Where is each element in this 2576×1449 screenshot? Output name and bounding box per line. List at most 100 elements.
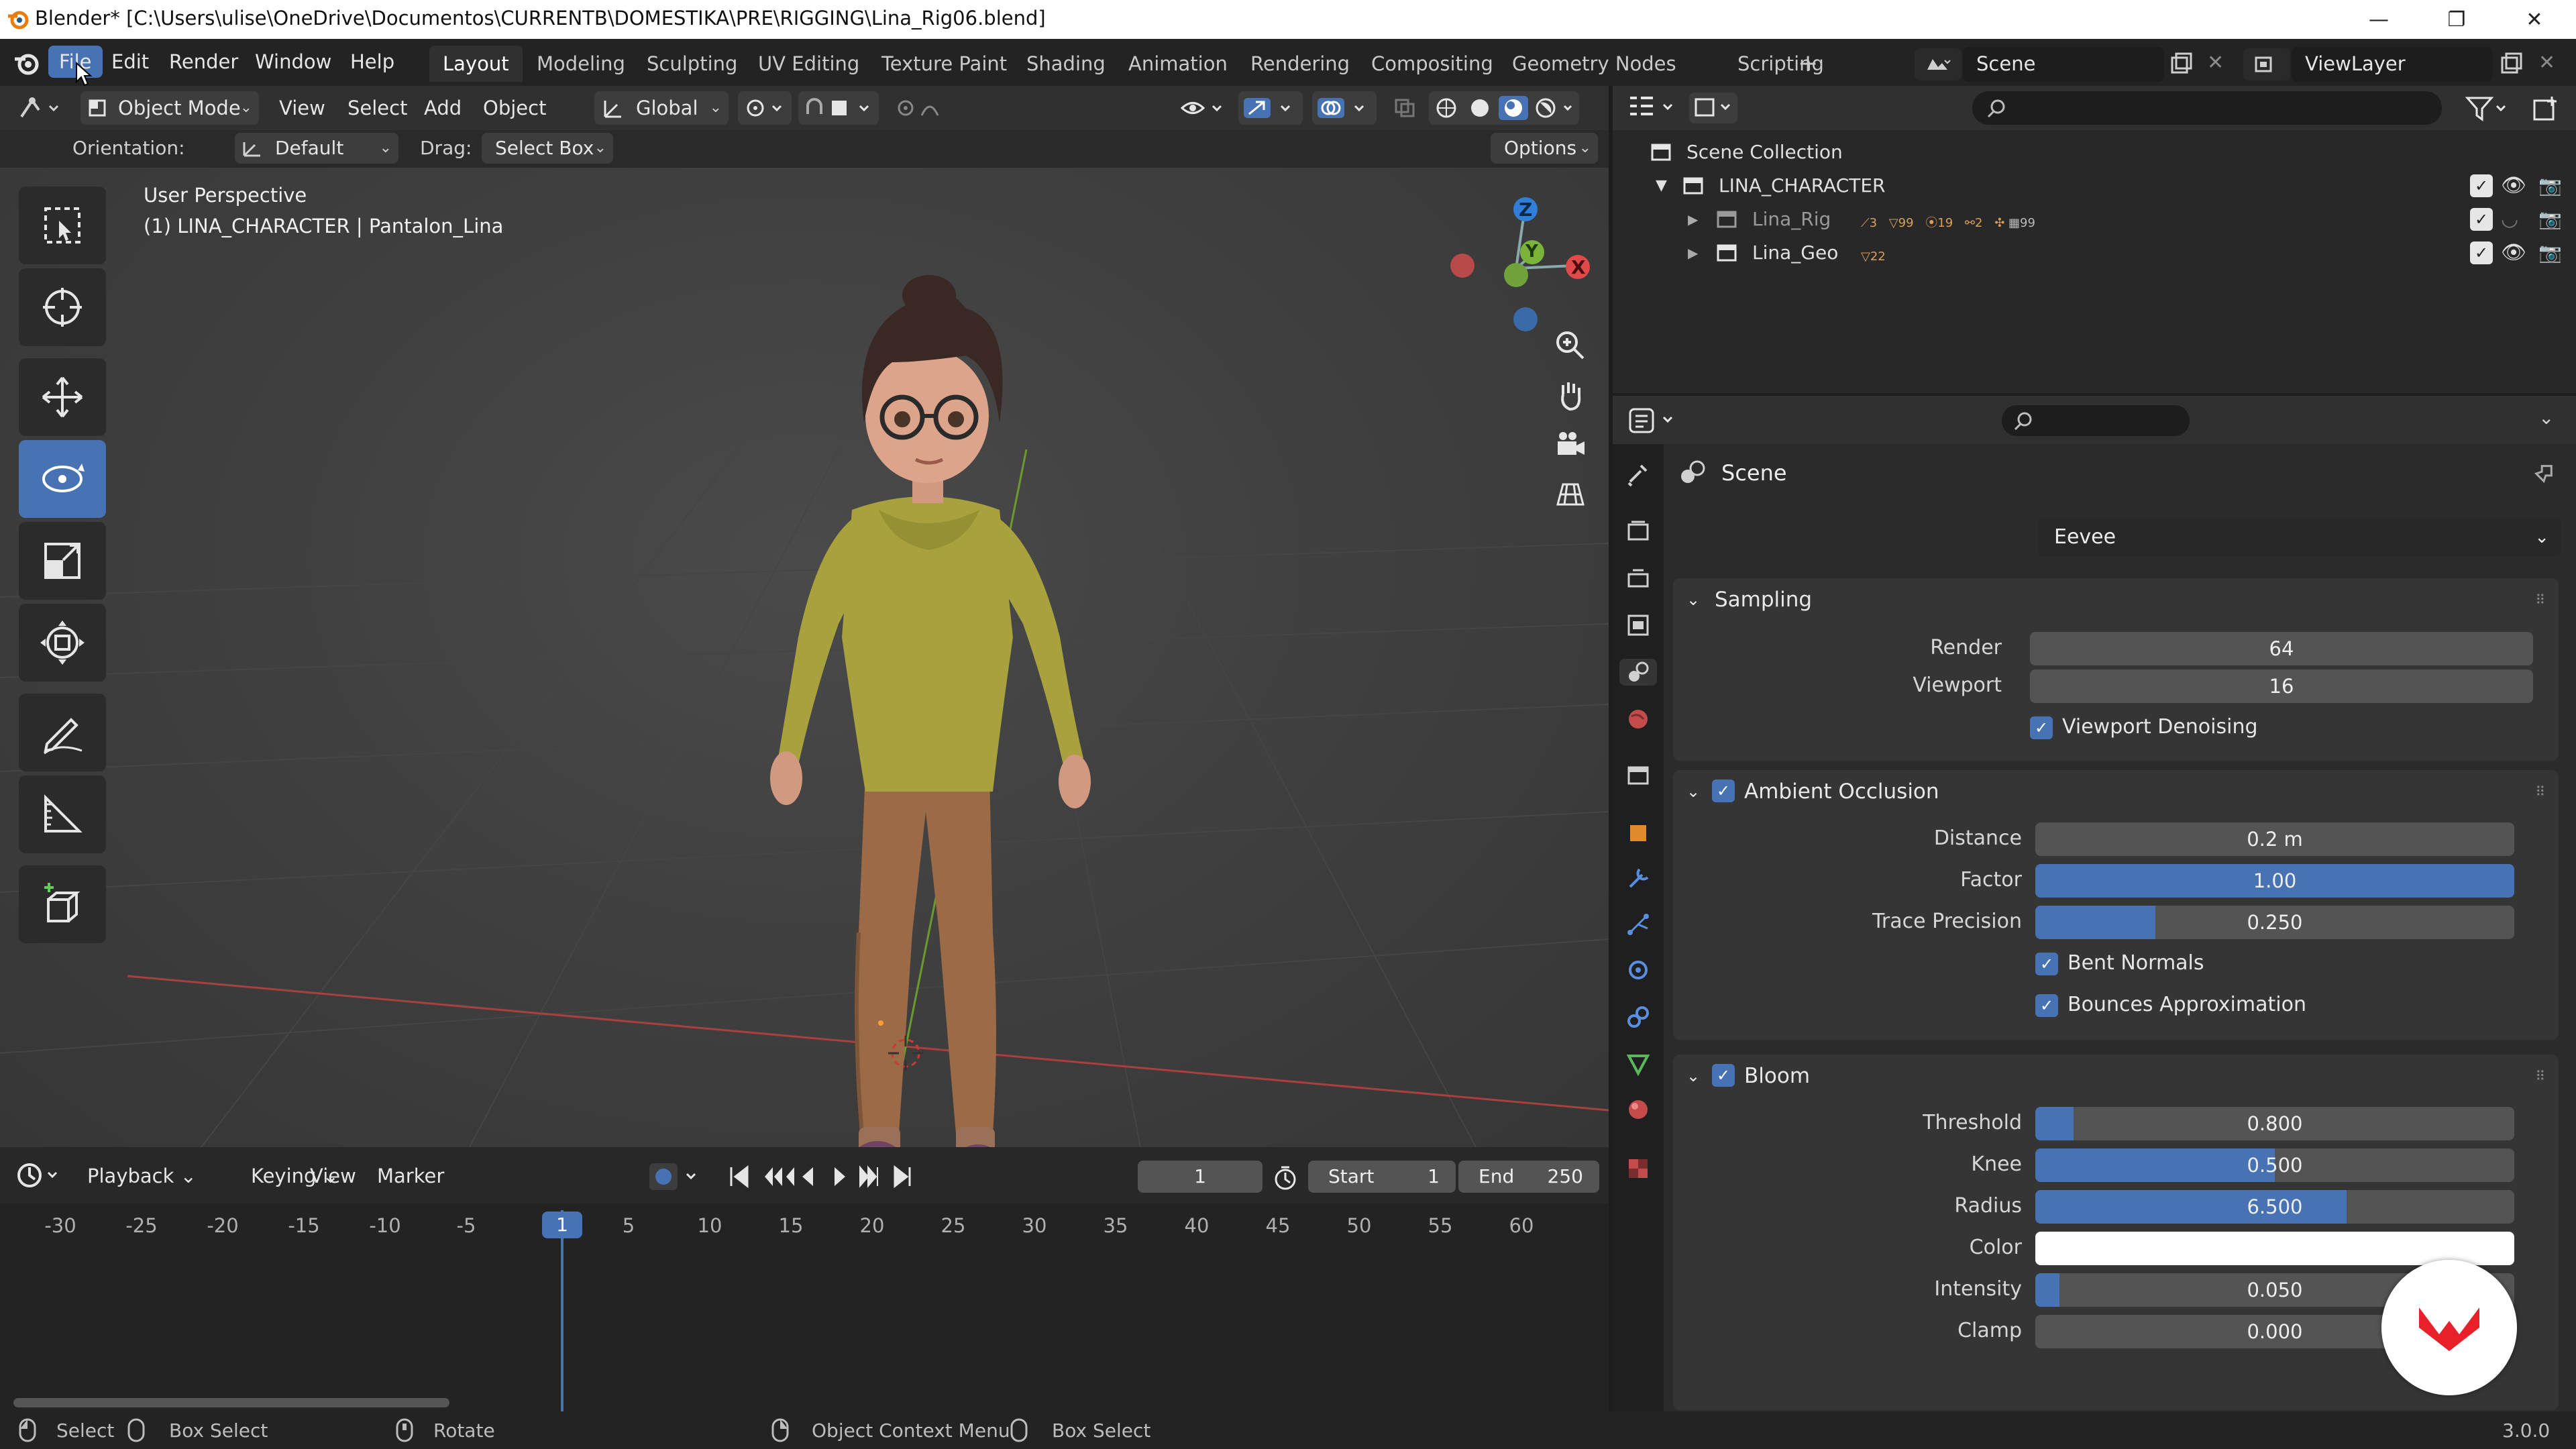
blender-menu-icon[interactable] bbox=[12, 48, 42, 78]
bloom-radius-slider[interactable]: 6.500 bbox=[2035, 1190, 2514, 1224]
exclude-checkbox[interactable]: ✓ bbox=[2470, 174, 2493, 197]
render-engine-dropdown[interactable]: Eevee ⌄ bbox=[2038, 518, 2561, 557]
filter-icon[interactable] bbox=[2465, 94, 2512, 123]
collection-tab-icon[interactable] bbox=[1625, 762, 1652, 789]
overlays-toggle[interactable] bbox=[1312, 91, 1377, 125]
viewlayer-browse-icon[interactable] bbox=[2243, 48, 2290, 80]
eye-closed-icon[interactable]: ◡ bbox=[2501, 203, 2518, 236]
material-tab-icon[interactable] bbox=[1625, 1096, 1652, 1123]
close-window-button[interactable]: ✕ bbox=[2496, 0, 2573, 39]
tab-shading[interactable]: Shading bbox=[1013, 46, 1119, 82]
display-mode-icon[interactable] bbox=[1689, 93, 1737, 123]
tab-texture-paint[interactable]: Texture Paint bbox=[868, 46, 1020, 82]
bloom-enable-checkbox[interactable]: ✓ bbox=[1712, 1064, 1735, 1087]
playback-controls[interactable] bbox=[724, 1162, 926, 1191]
ao-enable-checkbox[interactable]: ✓ bbox=[1712, 780, 1735, 802]
pan-hand-icon[interactable] bbox=[1547, 372, 1594, 419]
timeline-editor-type-icon[interactable] bbox=[15, 1159, 63, 1191]
timeline-scrollbar[interactable] bbox=[13, 1398, 449, 1407]
tab-modeling[interactable]: Modeling bbox=[523, 46, 639, 82]
tab-rendering[interactable]: Rendering bbox=[1237, 46, 1363, 82]
tab-layout[interactable]: Layout bbox=[429, 46, 523, 82]
data-tab-icon[interactable] bbox=[1625, 1051, 1652, 1077]
auto-keying-toggle[interactable] bbox=[648, 1162, 703, 1191]
preview-range-icon[interactable] bbox=[1272, 1165, 1299, 1191]
tool-move[interactable] bbox=[19, 358, 106, 436]
start-frame-field[interactable]: Start 1 bbox=[1308, 1161, 1456, 1193]
proportional-editing-toggle[interactable] bbox=[888, 91, 982, 125]
scene-browse-icon[interactable] bbox=[1915, 48, 1962, 80]
maximize-button[interactable]: ❐ bbox=[2418, 0, 2496, 39]
timeline-marker-menu[interactable]: Marker bbox=[369, 1159, 452, 1193]
outliner-row-lina-geo[interactable]: ▶ Lina_Geo ▽22 ✓ 👁 📷 bbox=[1613, 236, 2576, 270]
menu-edit[interactable]: Edit bbox=[101, 46, 160, 78]
menu-render[interactable]: Render bbox=[158, 46, 249, 78]
properties-editor-type-icon[interactable] bbox=[1626, 405, 1681, 436]
tab-uv-editing[interactable]: UV Editing bbox=[745, 46, 873, 82]
tab-geometry-nodes[interactable]: Geometry Nodes bbox=[1499, 46, 1690, 82]
timeline-ruler[interactable]: -30-25-20-15-10-515101520253035404550556… bbox=[0, 1214, 1609, 1241]
outliner-search-input[interactable] bbox=[1972, 91, 2442, 125]
options-dropdown[interactable]: Options ⌄ bbox=[1491, 133, 1598, 164]
world-tab-icon[interactable] bbox=[1625, 706, 1652, 733]
outliner-row-lina-character[interactable]: ▼ LINA_CHARACTER ✓ 👁 📷 bbox=[1613, 169, 2576, 203]
scene-tab-icon[interactable] bbox=[1619, 659, 1657, 686]
tool-tab-icon[interactable] bbox=[1625, 460, 1652, 487]
tool-annotate[interactable] bbox=[19, 694, 106, 771]
camera-view-icon[interactable] bbox=[1547, 421, 1594, 468]
visibility-dropdown[interactable] bbox=[1177, 91, 1230, 125]
timeline-area[interactable]: -30-25-20-15-10-515101520253035404550556… bbox=[0, 1203, 1609, 1411]
bloom-threshold-slider[interactable]: 0.800 bbox=[2035, 1107, 2514, 1140]
texture-tab-icon[interactable] bbox=[1625, 1155, 1652, 1182]
ao-panel-header[interactable]: ⌄ ✓ Ambient Occlusion ⠿ bbox=[1673, 770, 2559, 813]
snap-toggle[interactable] bbox=[798, 91, 879, 125]
exclude-checkbox[interactable]: ✓ bbox=[2470, 241, 2493, 264]
tool-rotate[interactable] bbox=[19, 440, 106, 518]
eye-icon[interactable]: 👁 bbox=[2501, 236, 2526, 270]
constraints-tab-icon[interactable] bbox=[1625, 1004, 1652, 1030]
tool-add-cube[interactable] bbox=[19, 865, 106, 943]
collapse-arrow-icon[interactable]: ▼ bbox=[1656, 169, 1667, 203]
ao-factor-slider[interactable]: 1.00 bbox=[2035, 864, 2514, 898]
object-tab-icon[interactable] bbox=[1625, 820, 1652, 847]
output-tab-icon[interactable] bbox=[1625, 565, 1652, 592]
xray-toggle[interactable] bbox=[1389, 91, 1422, 125]
remove-viewlayer-icon[interactable]: ✕ bbox=[2538, 51, 2555, 74]
current-frame-field[interactable]: 1 bbox=[1138, 1161, 1263, 1193]
add-workspace-button[interactable]: + bbox=[1784, 46, 1831, 82]
viewlayer-name-field[interactable]: ViewLayer bbox=[2292, 47, 2493, 82]
drag-handle-icon[interactable]: ⠿ bbox=[2535, 1055, 2545, 1097]
tool-select-box[interactable] bbox=[19, 186, 106, 264]
menu-help[interactable]: Help bbox=[339, 46, 405, 78]
tab-sculpting[interactable]: Sculpting bbox=[633, 46, 751, 82]
orientation-setting-dropdown[interactable]: Default ⌄ bbox=[235, 133, 398, 164]
remove-scene-icon[interactable]: ✕ bbox=[2207, 51, 2224, 74]
pivot-point-dropdown[interactable] bbox=[738, 91, 792, 125]
modifier-tab-icon[interactable] bbox=[1625, 865, 1652, 892]
sampling-render-field[interactable]: 64 bbox=[2030, 632, 2533, 665]
sampling-panel-header[interactable]: ⌄ Sampling ⠿ bbox=[1673, 578, 2559, 621]
tool-scale[interactable] bbox=[19, 522, 106, 600]
new-collection-icon[interactable] bbox=[2532, 94, 2561, 123]
particles-tab-icon[interactable] bbox=[1625, 911, 1652, 938]
camera-render-icon[interactable]: 📷 bbox=[2538, 169, 2562, 203]
playhead-frame-badge[interactable]: 1 bbox=[542, 1212, 582, 1238]
3d-viewport[interactable]: User Perspective (1) LINA_CHARACTER | Pa… bbox=[0, 168, 1609, 1147]
new-scene-icon[interactable] bbox=[2169, 52, 2194, 76]
tab-compositing[interactable]: Compositing bbox=[1358, 46, 1507, 82]
tool-measure[interactable] bbox=[19, 775, 106, 853]
ao-trace-precision-slider[interactable]: 0.250 bbox=[2035, 906, 2514, 939]
eye-icon[interactable]: 👁 bbox=[2501, 169, 2526, 203]
exclude-checkbox[interactable]: ✓ bbox=[2470, 208, 2493, 231]
menu-select[interactable]: Select bbox=[339, 91, 415, 125]
timeline-playback-menu[interactable]: Playback ⌄ bbox=[79, 1159, 205, 1193]
menu-object[interactable]: Object bbox=[475, 91, 554, 125]
minimize-button[interactable]: — bbox=[2340, 0, 2418, 39]
end-frame-field[interactable]: End 250 bbox=[1458, 1161, 1599, 1193]
gizmo-toggle[interactable] bbox=[1238, 91, 1303, 125]
menu-window[interactable]: Window bbox=[244, 46, 342, 78]
tool-transform[interactable] bbox=[19, 604, 106, 682]
drag-handle-icon[interactable]: ⠿ bbox=[2535, 770, 2545, 813]
sampling-viewport-field[interactable]: 16 bbox=[2030, 669, 2533, 703]
transform-orientation-dropdown[interactable]: Global ⌄ bbox=[594, 91, 729, 125]
